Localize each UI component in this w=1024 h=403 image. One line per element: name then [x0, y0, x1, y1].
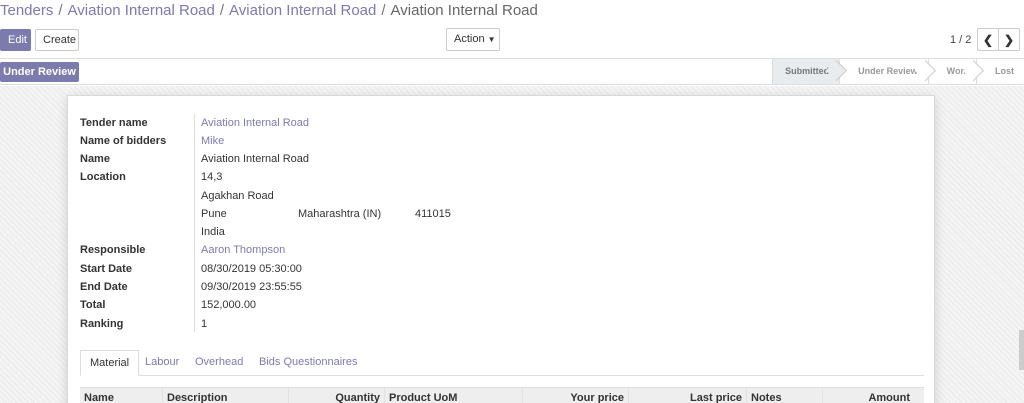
- end-date-label: End Date: [80, 281, 128, 293]
- responsible-label: Responsible: [80, 244, 146, 256]
- tab-labour[interactable]: Labour: [145, 350, 179, 376]
- stage-lost[interactable]: Lost: [976, 59, 1024, 84]
- name-label: Name: [80, 153, 110, 165]
- ranking-label: Ranking: [80, 318, 124, 330]
- location-state: Maharashtra (IN): [298, 208, 382, 220]
- location-label: Location: [80, 171, 126, 183]
- action-label: Action: [454, 33, 485, 45]
- table-header: Name Description Quantity Product UoM Yo…: [80, 387, 924, 403]
- name-value: Aviation Internal Road: [201, 153, 310, 165]
- field-divider: [194, 114, 195, 332]
- chevron-right-icon[interactable]: ❯: [998, 28, 1020, 51]
- notebook-tabs: Material Labour Overhead Bids Questionna…: [80, 350, 924, 376]
- edit-button[interactable]: Edit: [0, 29, 31, 51]
- stage-submitted[interactable]: Submitted: [772, 59, 840, 84]
- start-date-label: Start Date: [80, 263, 132, 275]
- start-date-value: 08/30/2019 05:30:00: [201, 263, 302, 275]
- status-bar: Under Review Submitted Under Review Won …: [0, 58, 1024, 85]
- tender-name-value[interactable]: Aviation Internal Road: [201, 117, 309, 129]
- scrollbar[interactable]: [1019, 330, 1024, 370]
- column-header-notes[interactable]: Notes: [746, 388, 822, 403]
- tab-material[interactable]: Material: [80, 350, 140, 376]
- column-header-description[interactable]: Description: [162, 388, 288, 403]
- stage-pipeline: Submitted Under Review Won Lost: [772, 59, 1024, 84]
- total-value: 152,000.00: [201, 299, 257, 311]
- tender-name-label: Tender name: [80, 117, 148, 129]
- tab-bids-questionnaires[interactable]: Bids Questionnaires: [259, 350, 357, 376]
- location-street2: Agakhan Road: [201, 190, 274, 202]
- breadcrumb-item-tender-1[interactable]: Aviation Internal Road: [68, 2, 215, 19]
- location-zip: 411015: [415, 208, 451, 220]
- location-city: Pune: [201, 208, 227, 220]
- end-date-value: 09/30/2019 23:55:55: [201, 281, 302, 293]
- under-review-button[interactable]: Under Review: [0, 62, 79, 82]
- breadcrumb-separator: /: [58, 2, 63, 19]
- pager-value[interactable]: 1 / 2: [950, 34, 971, 46]
- responsible-value[interactable]: Aaron Thompson: [201, 244, 285, 256]
- breadcrumb: Tenders / Aviation Internal Road / Aviation …: [0, 2, 538, 19]
- bidders-value[interactable]: Mike: [201, 135, 224, 147]
- bidders-label: Name of bidders: [80, 135, 167, 147]
- total-label: Total: [80, 299, 106, 311]
- breadcrumb-item-tenders[interactable]: Tenders: [0, 2, 53, 19]
- column-header-quantity[interactable]: Quantity: [288, 388, 384, 403]
- stage-under-review[interactable]: Under Review: [839, 59, 928, 84]
- action-dropdown-button[interactable]: Action ▼: [446, 28, 500, 51]
- location-country: India: [201, 226, 225, 238]
- tab-overhead[interactable]: Overhead: [195, 350, 243, 376]
- create-button[interactable]: Create: [35, 29, 79, 51]
- breadcrumb-item-tender-2[interactable]: Aviation Internal Road: [229, 2, 376, 19]
- chevron-left-icon[interactable]: ❮: [977, 28, 999, 51]
- column-header-name[interactable]: Name: [80, 388, 162, 403]
- column-header-last-price[interactable]: Last price: [628, 388, 746, 403]
- location-street: 14,3: [201, 171, 223, 183]
- column-header-your-price[interactable]: Your price: [522, 388, 628, 403]
- column-header-product-uom[interactable]: Product UoM: [384, 388, 522, 403]
- breadcrumb-separator: /: [219, 2, 225, 19]
- breadcrumb-separator: /: [381, 2, 386, 19]
- breadcrumb-current: Aviation Internal Road: [390, 2, 538, 19]
- ranking-value: 1: [201, 318, 208, 330]
- column-header-amount[interactable]: Amount: [822, 388, 924, 403]
- caret-down-icon: ▼: [487, 35, 496, 44]
